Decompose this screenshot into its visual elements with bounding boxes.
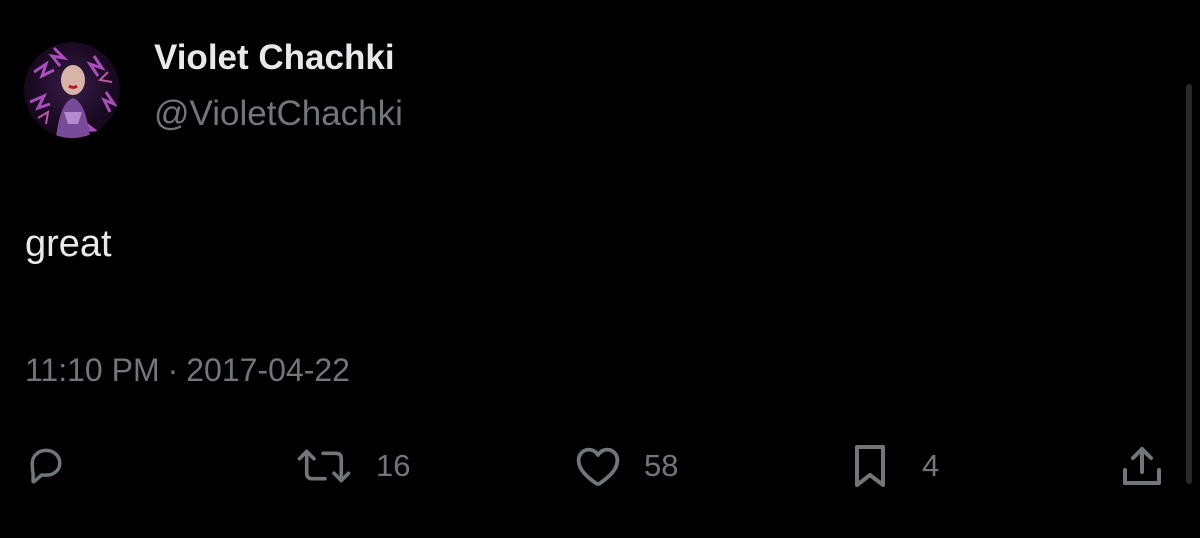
like-count: 58	[644, 448, 679, 483]
display-name[interactable]: Violet Chachki	[154, 36, 395, 80]
share-icon	[1123, 447, 1161, 485]
tweet-text: great	[25, 223, 112, 265]
avatar[interactable]	[24, 42, 120, 138]
meta-separator: ·	[167, 352, 179, 388]
retweet-count: 16	[376, 448, 411, 483]
tweet-time: 11:10 PM	[25, 352, 160, 388]
bookmark-button[interactable]: 4	[848, 440, 939, 492]
share-button[interactable]	[1118, 440, 1188, 492]
retweet-icon	[297, 449, 351, 483]
scrollbar[interactable]	[1186, 84, 1192, 484]
tweet-card: Violet Chachki @VioletChachki great 11:1…	[0, 0, 1200, 538]
heart-icon	[576, 447, 620, 486]
bookmark-icon	[855, 445, 885, 487]
tweet-date: 2017-04-22	[186, 352, 350, 388]
reply-icon	[30, 448, 62, 484]
reply-button[interactable]	[24, 440, 90, 492]
bookmark-count: 4	[922, 448, 940, 483]
retweet-button[interactable]: 16	[294, 440, 410, 492]
avatar-image	[29, 46, 118, 138]
tweet-timestamp[interactable]: 11:10 PM · 2017-04-22	[25, 350, 350, 390]
handle[interactable]: @VioletChachki	[154, 92, 403, 136]
like-button[interactable]: 58	[574, 440, 678, 492]
